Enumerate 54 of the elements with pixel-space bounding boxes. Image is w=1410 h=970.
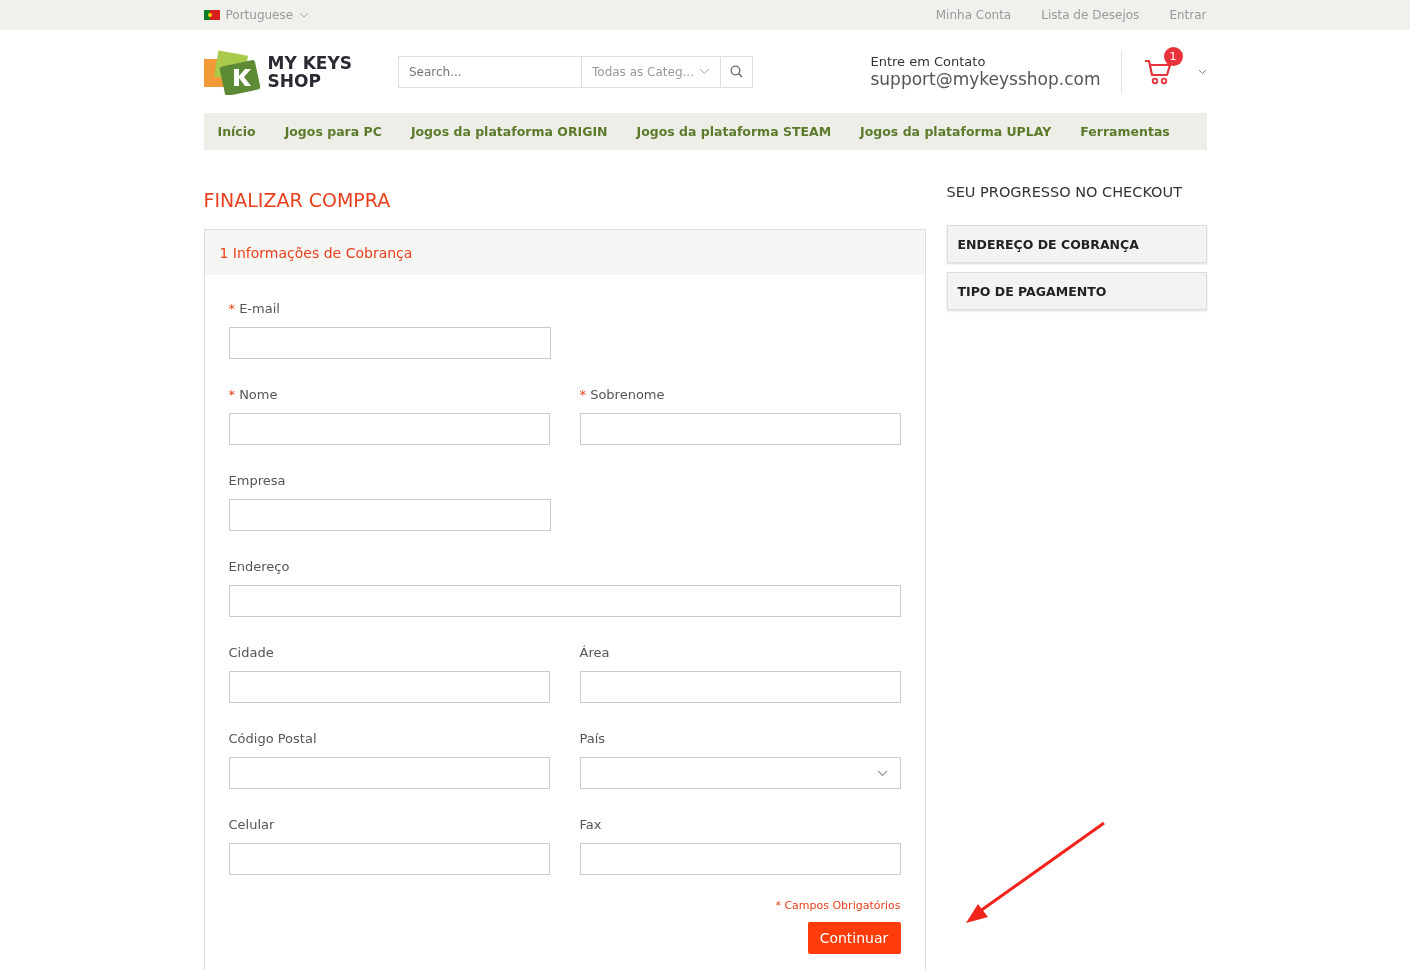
section-header: 1 Informações de Cobrança xyxy=(204,230,925,275)
flag-icon xyxy=(203,10,220,20)
field-label: * Nome xyxy=(228,387,279,404)
field-label: Fax xyxy=(579,817,603,834)
country-select[interactable] xyxy=(579,757,901,789)
required-note: * Campos Obrigatórios xyxy=(775,899,901,912)
field-label: Cidade xyxy=(228,645,275,662)
contact-label: Entre em Contato xyxy=(870,54,987,69)
cart-count-badge: 1 xyxy=(1163,46,1183,66)
top-link[interactable]: Lista de Desejos xyxy=(1041,8,1140,22)
input-field[interactable] xyxy=(579,671,901,703)
input-field[interactable] xyxy=(228,757,550,789)
nav-link[interactable]: Início xyxy=(217,124,256,139)
nav-link[interactable]: Jogos da plataforma UPLAY xyxy=(860,124,1052,139)
cart-icon[interactable] xyxy=(1143,58,1172,85)
nav-link[interactable]: Ferramentas xyxy=(1080,124,1170,139)
top-link[interactable]: Minha Conta xyxy=(935,8,1012,22)
field-label: Código Postal xyxy=(228,731,318,748)
contact-email[interactable]: support@mykeysshop.com xyxy=(870,69,1101,89)
search-field[interactable]: Search... xyxy=(398,55,582,88)
top-link[interactable]: Entrar xyxy=(1169,8,1207,22)
continue-button[interactable]: Continuar xyxy=(807,922,901,954)
category-select[interactable]: Todas as Categ... xyxy=(582,55,721,88)
input-field[interactable] xyxy=(579,843,901,875)
field-label: * Sobrenome xyxy=(579,387,666,404)
input-field[interactable] xyxy=(228,671,550,703)
progress-step[interactable]: TIPO DE PAGAMENTO xyxy=(946,272,1207,310)
caret-icon[interactable] xyxy=(1197,68,1207,75)
field-label: Celular xyxy=(228,817,276,834)
progress-title: SEU PROGRESSO NO CHECKOUT xyxy=(946,184,1184,202)
field-label: Empresa xyxy=(228,473,287,490)
input-field[interactable] xyxy=(228,327,551,359)
input-field[interactable] xyxy=(228,843,550,875)
nav-link[interactable]: Jogos da plataforma STEAM xyxy=(636,124,832,139)
progress-step[interactable]: ENDEREÇO DE COBRANÇA xyxy=(946,225,1207,263)
chevron-down-icon xyxy=(299,12,310,18)
nav-link[interactable]: Jogos da plataforma ORIGIN xyxy=(410,124,608,139)
input-field[interactable] xyxy=(228,499,551,531)
field-label: País xyxy=(579,731,607,748)
logo-icon xyxy=(203,48,262,95)
nav-link[interactable]: Jogos para PC xyxy=(284,124,382,139)
field-label: Área xyxy=(579,645,611,662)
input-field[interactable] xyxy=(228,413,550,445)
language-selector[interactable]: Portuguese xyxy=(225,8,294,22)
search-icon xyxy=(730,65,743,78)
input-field[interactable] xyxy=(228,585,901,617)
search-button[interactable] xyxy=(721,55,753,88)
page-title: FINALIZAR COMPRA xyxy=(203,187,392,213)
chevron-down-icon xyxy=(699,68,710,75)
field-label: * E-mail xyxy=(228,301,281,318)
input-field[interactable] xyxy=(579,413,901,445)
chevron-down-icon xyxy=(876,769,888,777)
field-label: Endereço xyxy=(228,559,291,576)
logo-text: MY KEYS SHOP xyxy=(267,53,352,90)
